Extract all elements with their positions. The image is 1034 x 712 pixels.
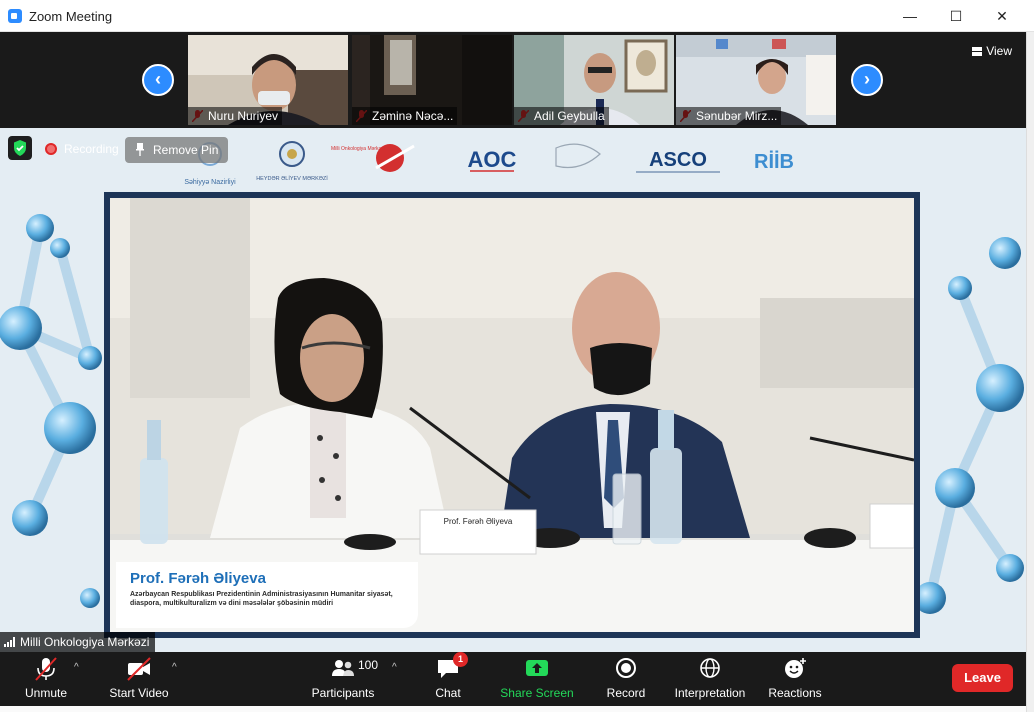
sponsor-logo: RİİB <box>754 150 794 173</box>
participants-icon <box>332 660 354 676</box>
sponsor-name: AOC <box>468 147 517 172</box>
sponsor-logos-banner: Səhiyyə Nazirliyi HEYDƏR ƏLİYEV MƏRKƏZİ … <box>184 141 794 186</box>
maximize-button[interactable]: ☐ <box>933 0 979 32</box>
chat-label: Chat <box>435 686 461 700</box>
window-scrollbar[interactable] <box>1026 32 1034 712</box>
participant-name: Adil Geybulla <box>514 107 609 125</box>
audio-options-caret-icon[interactable]: ^ <box>74 662 79 673</box>
title-bar: Zoom Meeting — ☐ ✕ <box>0 0 1034 32</box>
participant-name: Zəminə Nəcə... <box>352 107 458 125</box>
participant-name: Nuru Nuriyev <box>188 107 283 125</box>
chat-unread-badge: 1 <box>453 652 468 667</box>
participants-options-caret-icon[interactable]: ^ <box>392 662 397 673</box>
desk-nameplate: Prof. Fərəh Əliyeva <box>444 517 513 526</box>
share-screen-icon <box>526 660 548 676</box>
window-title: Zoom Meeting <box>29 9 113 24</box>
participant-tile[interactable]: Adil Geybulla <box>514 35 674 125</box>
share-screen-label: Share Screen <box>500 686 574 700</box>
close-button[interactable]: ✕ <box>979 0 1025 32</box>
record-label: Record <box>606 686 646 700</box>
start-video-label: Start Video <box>109 686 169 700</box>
participant-name: Sənubər Mirz... <box>676 107 782 125</box>
sponsor-logo: HEYDƏR ƏLİYEV MƏRKƏZİ <box>256 141 328 182</box>
security-shield-badge[interactable] <box>8 136 32 160</box>
interpretation-label: Interpretation <box>674 686 746 700</box>
sponsor-logo <box>555 143 601 169</box>
gallery-prev-button[interactable]: ‹ <box>142 64 174 96</box>
remove-pin-label: Remove Pin <box>153 143 219 157</box>
start-video-button[interactable]: Start Video <box>104 656 174 702</box>
sponsor-name: HEYDƏR ƏLİYEV MƏRKƏZİ <box>256 175 328 182</box>
sponsor-name: ASCO <box>649 149 707 171</box>
recording-indicator[interactable]: Recording <box>40 138 127 160</box>
shield-icon <box>14 140 26 156</box>
sponsor-name: RİİB <box>754 150 794 173</box>
reactions-button[interactable]: Reactions <box>766 656 824 702</box>
sponsor-logo: Milli Onkologiya Mərkəzi <box>331 144 415 172</box>
smiley-icon <box>785 658 806 678</box>
participant-tile[interactable]: Zəminə Nəcə... <box>352 35 512 125</box>
recording-dot-icon <box>45 143 57 155</box>
pin-icon <box>136 143 144 156</box>
reactions-label: Reactions <box>768 686 822 700</box>
view-button[interactable]: View <box>972 44 1012 58</box>
unmute-button[interactable]: Unmute <box>18 656 74 702</box>
interpretation-button[interactable]: Interpretation <box>670 656 750 702</box>
speaker-name: Prof. Fərəh Əliyeva <box>130 570 266 587</box>
pinned-video-stage: Səhiyyə Nazirliyi HEYDƏR ƏLİYEV MƏRKƏZİ … <box>0 128 1026 652</box>
camera-off-icon <box>127 657 151 681</box>
chat-icon: 1 <box>434 652 468 682</box>
speaker-lower-third: Prof. Fərəh Əliyeva Azərbaycan Respublik… <box>116 562 418 628</box>
active-speaker-name: Milli Onkologiya Mərkəzi <box>20 635 150 649</box>
globe-icon <box>700 658 720 678</box>
sponsor-name: Milli Onkologiya Mərkəzi <box>331 146 385 152</box>
zoom-app-icon <box>8 9 22 23</box>
sponsor-logo: ASCO <box>636 149 720 173</box>
unmute-label: Unmute <box>24 686 68 700</box>
sponsor-logo: AOC <box>468 147 517 172</box>
grid-view-icon <box>972 47 983 56</box>
record-button[interactable]: Record <box>602 656 650 702</box>
pinned-video: Prof. Fərəh Əliyeva Prof. Fərəh Əliyeva … <box>110 198 914 632</box>
participant-tile[interactable]: Nuru Nuriyev <box>188 35 348 125</box>
participant-count: 100 <box>358 658 379 672</box>
leave-button[interactable]: Leave <box>952 664 1013 692</box>
sponsor-name: Səhiyyə Nazirliyi <box>184 179 236 186</box>
participants-label: Participants <box>311 686 375 700</box>
mic-off-icon <box>35 657 57 681</box>
chat-button[interactable]: 1 Chat <box>428 652 468 702</box>
speaker-title: Azərbaycan Respublikası Prezidentinin Ad… <box>130 591 393 607</box>
recording-label: Recording <box>64 142 119 156</box>
active-speaker-label: Milli Onkologiya Mərkəzi <box>0 632 156 652</box>
gallery-next-button[interactable]: › <box>851 64 883 96</box>
share-screen-button[interactable]: Share Screen <box>498 656 576 702</box>
signal-bars-icon <box>4 637 15 647</box>
view-label: View <box>986 44 1012 58</box>
participant-gallery-strip: ‹ Nuru Nuriyev Zəminə Nəcə... Adil Geybu… <box>0 32 1026 128</box>
pinned-video-frame: Prof. Fərəh Əliyeva Prof. Fərəh Əliyeva … <box>104 192 920 638</box>
meeting-controls-toolbar: Unmute ^ Start Video ^ 100 Participants … <box>0 652 1026 706</box>
participant-tile[interactable]: Sənubər Mirz... <box>676 35 836 125</box>
record-icon <box>616 658 636 678</box>
video-options-caret-icon[interactable]: ^ <box>172 662 177 673</box>
minimize-button[interactable]: — <box>887 0 933 32</box>
participants-button[interactable]: 100 Participants <box>308 656 378 702</box>
remove-pin-button[interactable]: Remove Pin <box>125 137 229 163</box>
window-bottom-edge <box>0 706 1026 712</box>
